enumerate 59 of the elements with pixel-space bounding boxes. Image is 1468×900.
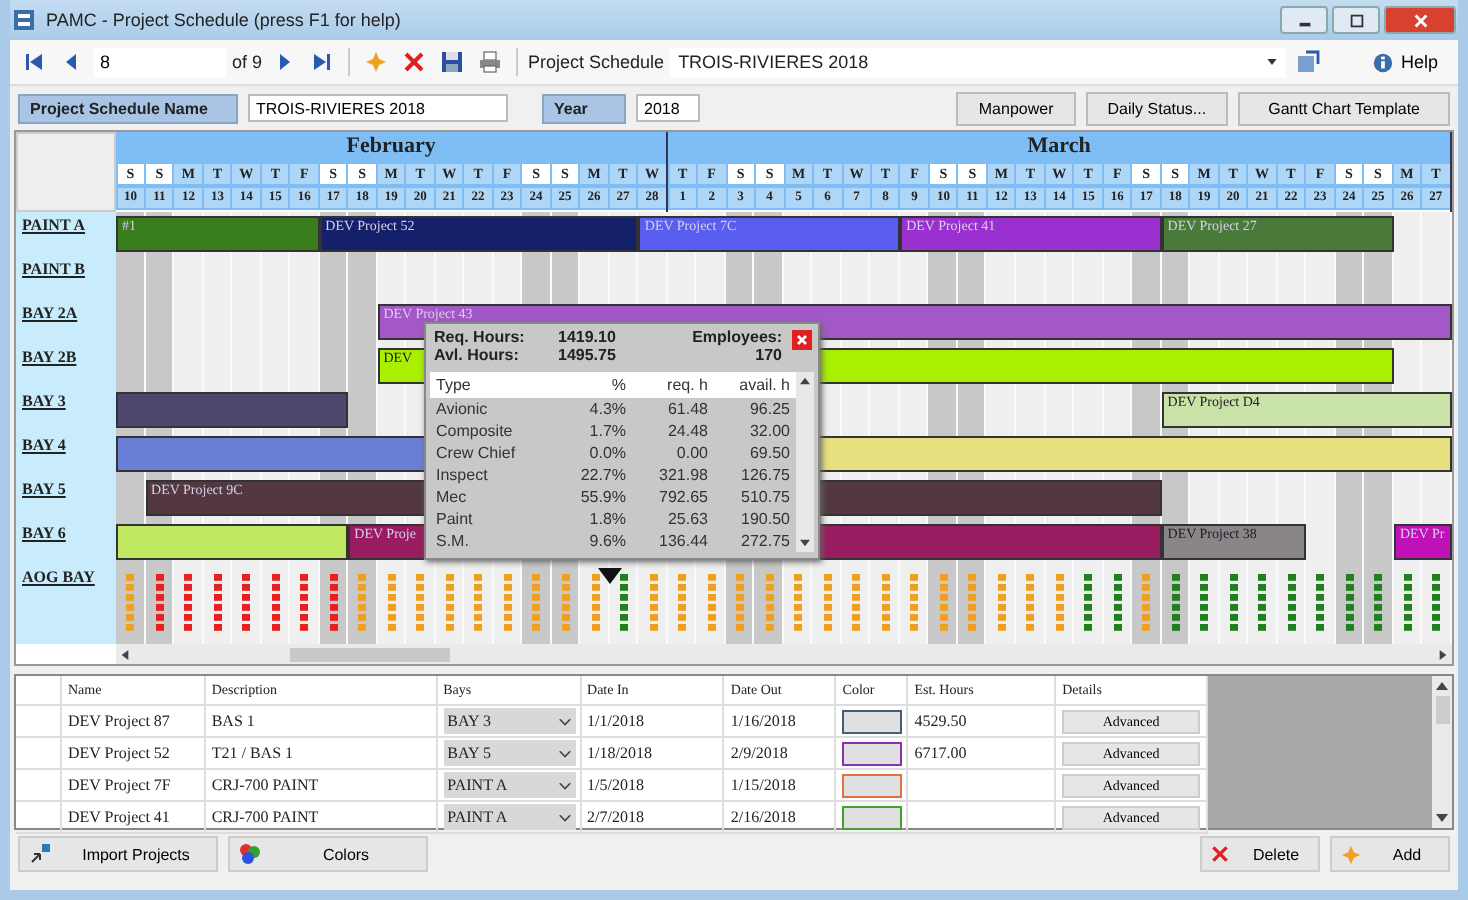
table-cell-text: 792.65 bbox=[657, 488, 710, 506]
table-cell-text: 190.50 bbox=[739, 510, 792, 528]
table-cell: 2/16/2018 bbox=[724, 802, 837, 832]
month-header: March bbox=[668, 132, 1450, 162]
table-cell-text: 96.25 bbox=[747, 400, 792, 418]
popup-label: Avl. Hours: bbox=[434, 346, 521, 364]
table-cell-text: 1.8% bbox=[587, 510, 628, 528]
table-cell-text: 510.75 bbox=[739, 488, 792, 506]
table-cell: 1/15/2018 bbox=[724, 770, 837, 800]
table-cell: DEV Project 87 bbox=[61, 706, 206, 736]
table-cell: 6717.00 bbox=[908, 738, 1057, 768]
table-cell-text: Crew Chief bbox=[434, 444, 518, 462]
table-cell-text: 61.48 bbox=[665, 400, 710, 418]
table-cell: DEV Project 7F bbox=[61, 770, 206, 800]
table-cell: T21 / BAS 1 bbox=[205, 738, 438, 768]
table-cell-text: Mec bbox=[434, 488, 469, 506]
schedule-name-label: Project Schedule Name bbox=[18, 93, 238, 123]
table-cell-text: 0.00 bbox=[674, 444, 710, 462]
table-cell: 4529.50 bbox=[908, 706, 1057, 736]
window-title: PAMC - Project Schedule (press F1 for help) bbox=[46, 10, 401, 30]
popup-value: 1495.75 bbox=[558, 346, 616, 364]
table-cell-text: 136.44 bbox=[657, 532, 710, 550]
table-cell: 1/5/2018 bbox=[581, 770, 725, 800]
table-cell-text: Avionic bbox=[434, 400, 490, 418]
popup-value: 1419.10 bbox=[558, 328, 616, 346]
record-count: of 9 bbox=[232, 52, 263, 72]
table-cell-text: S.M. bbox=[434, 532, 471, 550]
table-cell-text: 321.98 bbox=[657, 466, 710, 484]
table-cell-text: 1.7% bbox=[587, 422, 628, 440]
table-cell-text: 69.50 bbox=[747, 444, 792, 462]
table-cell: CRJ-700 PAINT bbox=[205, 802, 438, 832]
table-cell: 1/16/2018 bbox=[724, 706, 837, 736]
year-label: Year bbox=[542, 93, 626, 123]
table-cell: 2/9/2018 bbox=[724, 738, 837, 768]
table-cell-text: 272.75 bbox=[739, 532, 792, 550]
popup-label: Req. Hours: bbox=[434, 328, 527, 346]
table-cell-text: 24.48 bbox=[665, 422, 710, 440]
table-cell: 2/7/2018 bbox=[581, 802, 725, 832]
table-cell-text: 4.3% bbox=[587, 400, 628, 418]
table-cell: BAS 1 bbox=[205, 706, 438, 736]
table-cell-text: Inspect bbox=[434, 466, 490, 484]
month-header: February bbox=[116, 132, 667, 162]
table-cell-text: 126.75 bbox=[739, 466, 792, 484]
table-cell: CRJ-700 PAINT bbox=[205, 770, 438, 800]
table-cell-text: 32.00 bbox=[747, 422, 792, 440]
table-cell-text: Paint bbox=[434, 510, 475, 528]
popup-value: 170 bbox=[755, 346, 782, 364]
table-cell-text: 9.6% bbox=[587, 532, 628, 550]
table-cell: DEV Project 41 bbox=[61, 802, 206, 832]
table-cell-text: 0.0% bbox=[587, 444, 628, 462]
table-cell-text: 25.63 bbox=[665, 510, 710, 528]
table-cell-text: Composite bbox=[434, 422, 515, 440]
table-cell: 1/18/2018 bbox=[581, 738, 725, 768]
table-cell-text: 55.9% bbox=[578, 488, 628, 506]
schedule-label: Project Schedule bbox=[528, 52, 665, 72]
table-cell-text: 22.7% bbox=[578, 466, 628, 484]
popup-label: Employees: bbox=[692, 328, 782, 346]
table-cell: DEV Project 52 bbox=[61, 738, 206, 768]
table-cell: 1/1/2018 bbox=[581, 706, 725, 736]
